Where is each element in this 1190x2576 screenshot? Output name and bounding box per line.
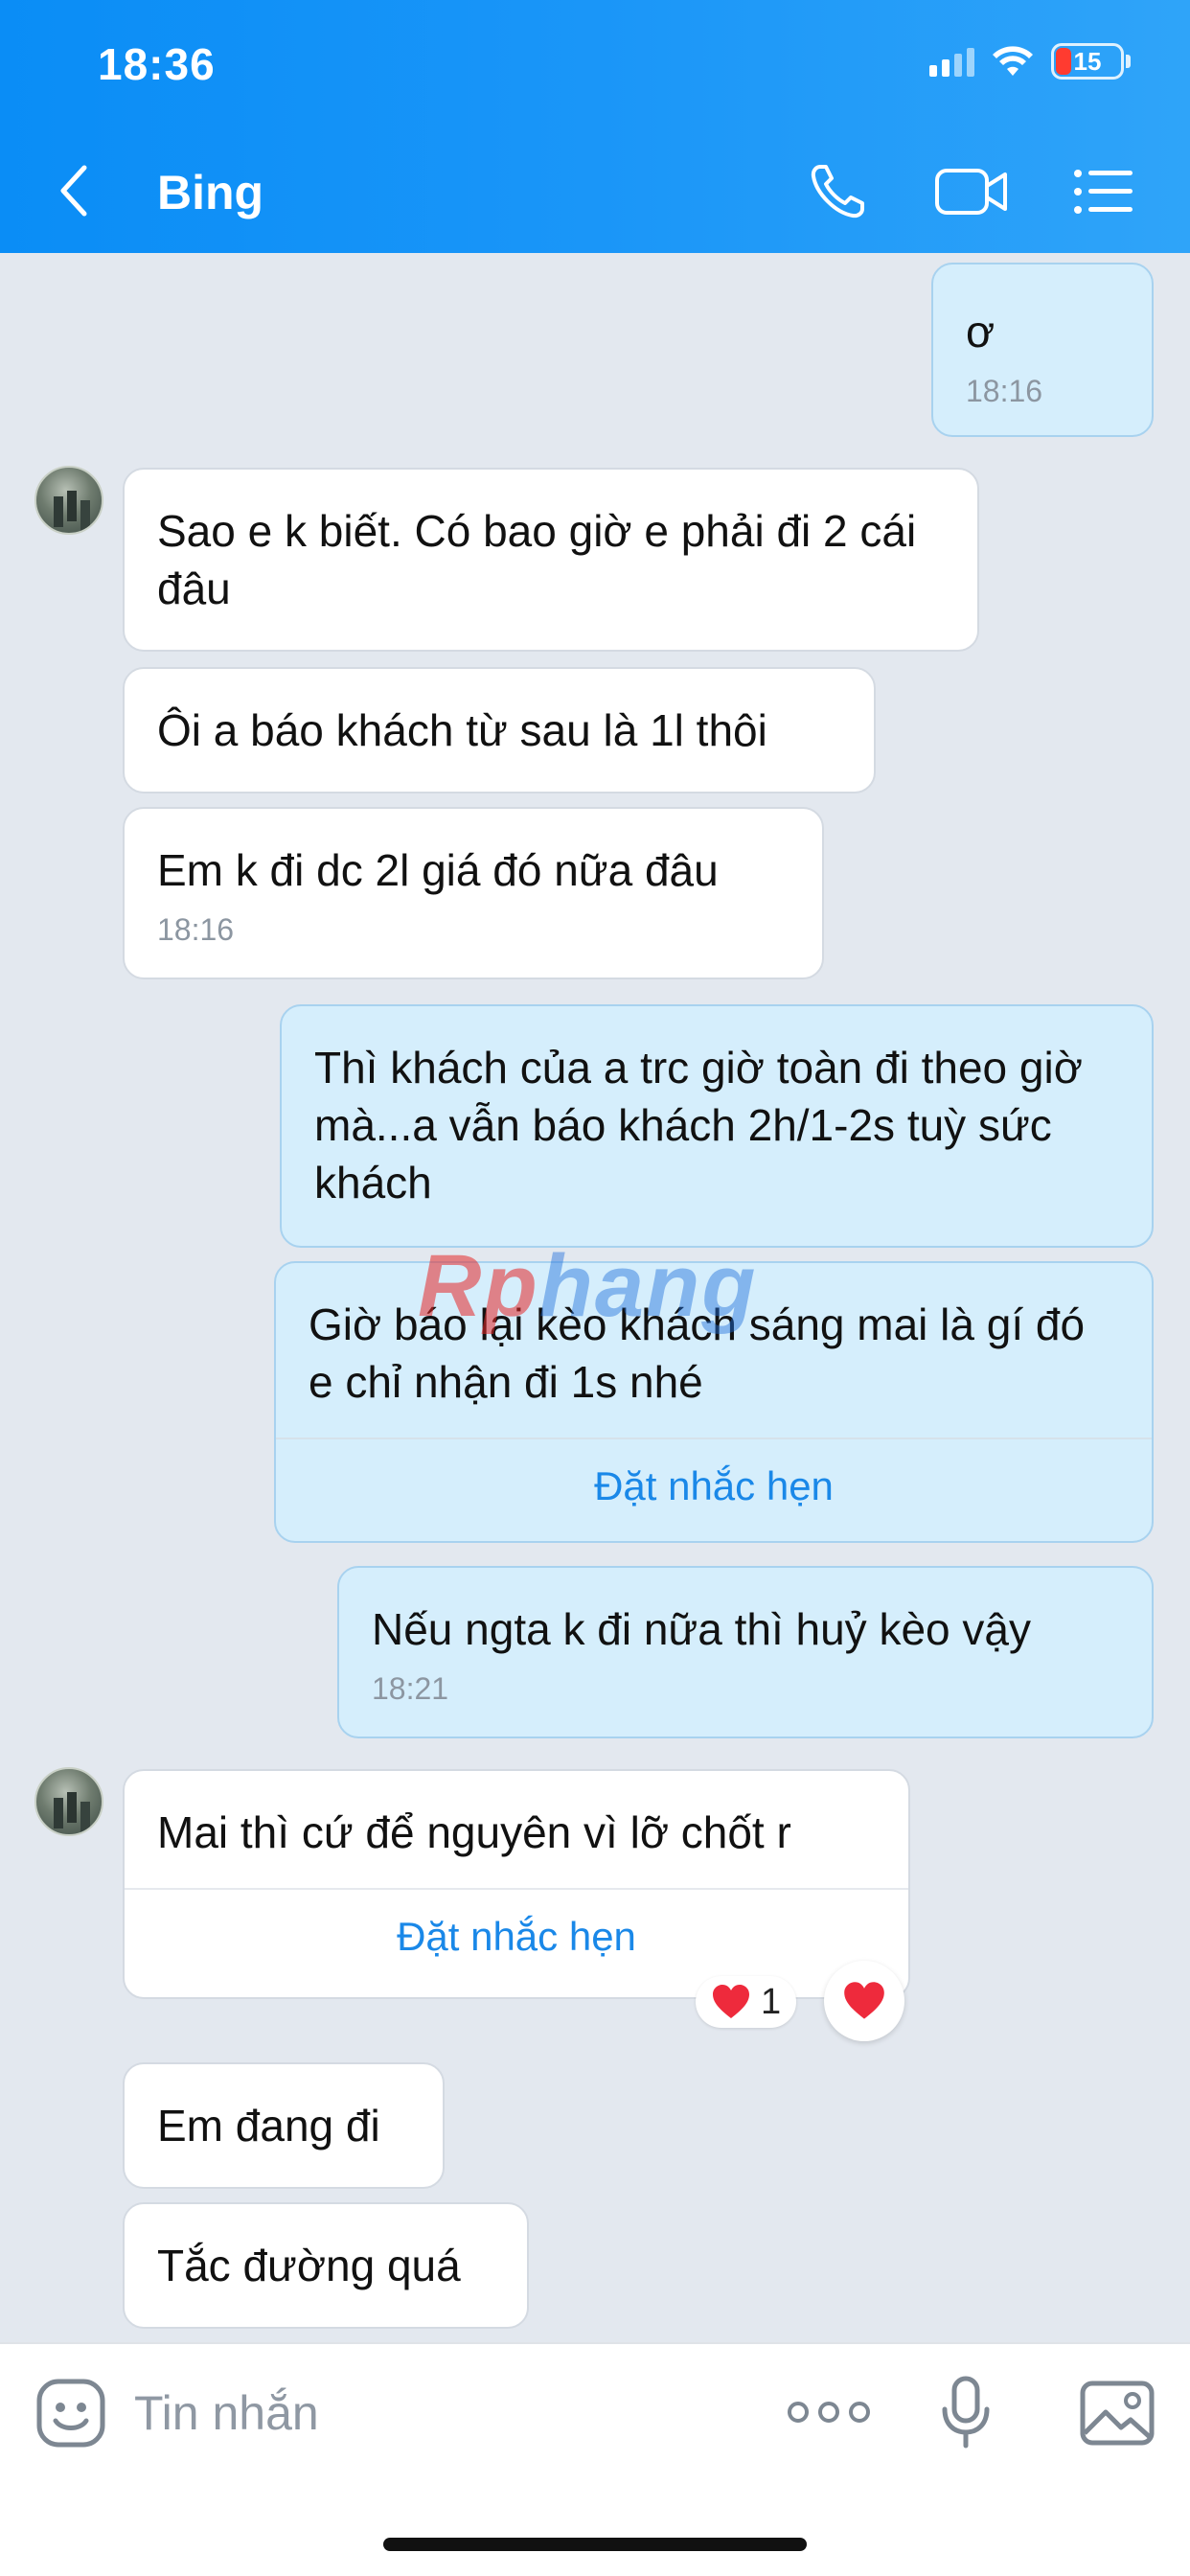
voice-message-button[interactable] [931,2371,1000,2455]
chat-header: 18:36 15 Bing [0,0,1190,253]
home-indicator [383,2538,807,2551]
sticker-button[interactable] [29,2371,113,2455]
more-dots-icon [788,2402,870,2423]
more-options-button[interactable] [784,2379,874,2446]
chat-options-button[interactable] [1069,157,1138,226]
message-time: 18:16 [966,374,1043,408]
heart-icon [844,1982,884,2019]
battery-cap [1126,55,1131,68]
contact-name[interactable]: Bing [157,165,263,220]
chevron-left-icon [60,165,87,217]
heart-icon [713,1985,749,2018]
status-time: 18:36 [98,39,216,89]
video-camera-icon [935,169,1007,215]
microphone-icon [942,2376,990,2449]
battery-icon: 15 [1051,43,1124,80]
reaction-summary[interactable]: 1 [696,1976,797,2028]
message-time: 18:21 [372,1671,449,1706]
watermark-logo: Rphang [418,1237,758,1335]
battery-level: 15 [1073,46,1102,76]
status-icons: 15 [929,42,1131,80]
wifi-icon [993,46,1033,76]
cellular-signal-icon [929,46,974,77]
set-reminder-link[interactable]: Đặt nhắc hẹn [309,1439,1119,1510]
voice-call-button[interactable] [803,157,872,226]
video-call-button[interactable] [933,157,1010,226]
message-bubble[interactable]: Ôi a báo khách từ sau là 1l thôi [123,667,876,794]
gallery-button[interactable] [1075,2371,1159,2455]
message-text: Mai thì cứ để nguyên vì lỡ chốt r [157,1807,791,1857]
message-bubble[interactable]: Thì khách của a trc giờ toàn đi theo giờ… [280,1004,1154,1248]
message-input[interactable]: Tin nhắn [134,2382,319,2444]
message-bubble[interactable]: Mai thì cứ để nguyên vì lỡ chốt r Đặt nh… [123,1769,910,1999]
message-text: Thì khách của a trc giờ toàn đi theo giờ… [314,1043,1083,1208]
set-reminder-link[interactable]: Đặt nhắc hẹn [157,1890,876,1961]
message-bubble[interactable]: ơ 18:16 [931,263,1154,437]
message-bubble[interactable]: Tắc đường quá [123,2202,529,2329]
message-bubble[interactable]: Em đang đi [123,2062,445,2189]
message-text: Nếu ngta k đi nữa thì huỷ kèo vậy [372,1604,1031,1654]
message-text: ơ [966,307,995,356]
message-text: Em đang đi [157,2101,380,2150]
image-icon [1080,2380,1155,2446]
message-bubble[interactable]: Nếu ngta k đi nữa thì huỷ kèo vậy 18:21 [337,1566,1154,1738]
avatar[interactable] [34,466,103,535]
reaction-count: 1 [761,1981,782,2022]
react-button[interactable] [824,1961,904,2041]
message-text: Ôi a báo khách từ sau là 1l thôi [157,705,767,755]
back-button[interactable] [56,159,109,222]
message-bubble[interactable]: Em k đi dc 2l giá đó nữa đâu 18:16 [123,807,824,979]
chat-screen: 18:36 15 Bing ơ 18:16 Sao e k biết. Có b… [0,0,1190,2576]
message-text: Sao e k biết. Có bao giờ e phải đi 2 cái… [157,506,917,613]
sticker-face-icon [36,2379,105,2448]
phone-icon [811,165,864,218]
message-text: Tắc đường quá [157,2241,461,2290]
message-text: Em k đi dc 2l giá đó nữa đâu [157,845,719,895]
message-time: 18:16 [157,912,235,947]
list-menu-icon [1074,170,1133,214]
message-bubble[interactable]: Sao e k biết. Có bao giờ e phải đi 2 cái… [123,468,979,652]
avatar[interactable] [34,1767,103,1836]
